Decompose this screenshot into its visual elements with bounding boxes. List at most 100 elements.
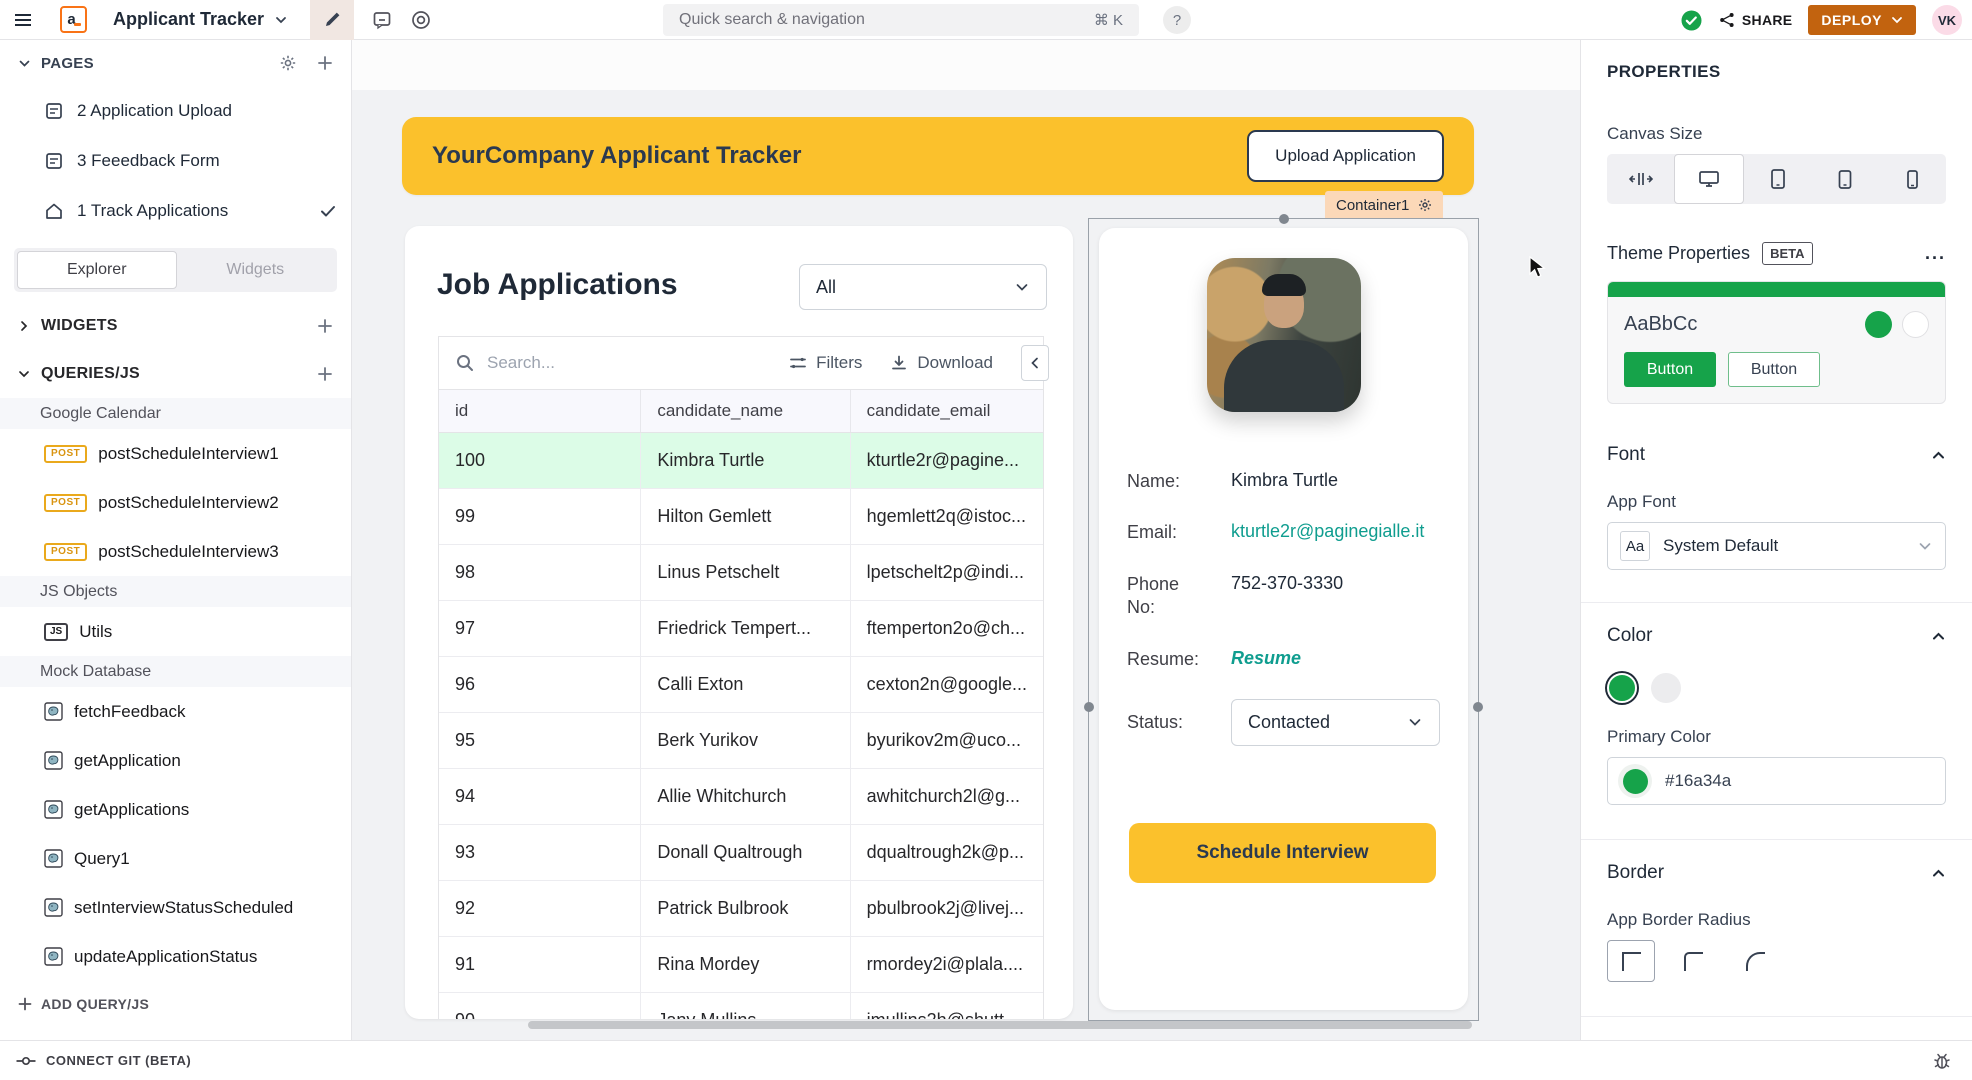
table-row[interactable]: 90 Jany Mullins imullins2h@shutt... (439, 993, 1043, 1019)
user-avatar[interactable]: VK (1932, 5, 1962, 35)
js-object-item[interactable]: JS Utils (0, 607, 351, 656)
add-widget-plus-icon[interactable] (317, 318, 333, 334)
cell-id[interactable]: 94 (439, 769, 641, 824)
db-query-item[interactable]: updateApplicationStatus (0, 932, 351, 981)
cell-candidate-email[interactable]: cexton2n@google... (851, 657, 1043, 712)
preview-mode-button[interactable] (410, 9, 432, 31)
cell-candidate-email[interactable]: kturtle2r@pagine... (851, 433, 1043, 488)
add-query-js-button[interactable]: ADD QUERY/JS (0, 981, 351, 1027)
debug-bug-icon[interactable] (1932, 1051, 1952, 1071)
app-name-chevron-icon[interactable] (274, 13, 288, 27)
db-query-item[interactable]: getApplications (0, 785, 351, 834)
table-row[interactable]: 94 Allie Whitchurch awhitchurch2l@g... (439, 769, 1043, 825)
schedule-interview-button[interactable]: Schedule Interview (1129, 823, 1436, 883)
cell-candidate-name[interactable]: Allie Whitchurch (641, 769, 850, 824)
table-header-row[interactable]: id candidate_name candidate_email (439, 389, 1043, 433)
column-header-id[interactable]: id (439, 390, 641, 432)
table-row[interactable]: 93 Donall Qualtrough dqualtrough2k@p... (439, 825, 1043, 881)
canvas-size-phone-button[interactable] (1879, 154, 1946, 204)
sidebar-page-feedback-form[interactable]: 3 Feeedback Form (0, 136, 351, 186)
table-row[interactable]: 96 Calli Exton cexton2n@google... (439, 657, 1043, 713)
canvas-size-tablet-button[interactable] (1811, 154, 1878, 204)
query-item[interactable]: POST postScheduleInterview3 (0, 527, 351, 576)
db-query-item[interactable]: fetchFeedback (0, 687, 351, 736)
deploy-button[interactable]: DEPLOY (1808, 5, 1916, 35)
cell-id[interactable]: 95 (439, 713, 641, 768)
table-collapse-button[interactable] (1021, 345, 1049, 381)
comments-button[interactable] (372, 10, 392, 30)
theme-preview-card[interactable]: AaBbCc Button Button (1607, 281, 1946, 404)
font-section-header[interactable]: Font (1607, 444, 1946, 466)
filters-button[interactable]: Filters (789, 353, 862, 373)
cell-id[interactable]: 99 (439, 489, 641, 544)
status-filter-select[interactable]: All (799, 264, 1047, 310)
cell-id[interactable]: 90 (439, 993, 641, 1019)
widget-name-tag[interactable]: Container1 (1325, 191, 1443, 219)
download-button[interactable]: Download (890, 353, 993, 373)
table-row[interactable]: 95 Berk Yurikov byurikov2m@uco... (439, 713, 1043, 769)
db-query-item[interactable]: getApplication (0, 736, 351, 785)
tab-explorer[interactable]: Explorer (17, 251, 177, 289)
cell-id[interactable]: 93 (439, 825, 641, 880)
table-row[interactable]: 92 Patrick Bulbrook pbulbrook2j@livej... (439, 881, 1043, 937)
canvas-size-tablet-large-button[interactable] (1744, 154, 1811, 204)
cell-candidate-name[interactable]: Linus Petschelt (641, 545, 850, 600)
table-row[interactable]: 97 Friedrick Tempert... ftemperton2o@ch.… (439, 601, 1043, 657)
query-item[interactable]: POST postScheduleInterview2 (0, 478, 351, 527)
quick-search-input[interactable]: Quick search & navigation ⌘ K (663, 4, 1139, 36)
border-radius-none-button[interactable] (1607, 940, 1655, 982)
table-row[interactable]: 98 Linus Petschelt lpetschelt2p@indi... (439, 545, 1043, 601)
cell-candidate-name[interactable]: Hilton Gemlett (641, 489, 850, 544)
sidebar-page-track-applications[interactable]: 1 Track Applications (0, 186, 351, 236)
resize-handle-right[interactable] (1473, 702, 1483, 712)
primary-color-swatch[interactable] (1607, 673, 1637, 703)
cell-candidate-email[interactable]: imullins2h@shutt... (851, 993, 1043, 1019)
cell-candidate-email[interactable]: lpetschelt2p@indi... (851, 545, 1043, 600)
cell-candidate-email[interactable]: rmordey2i@plala.... (851, 937, 1043, 992)
cell-id[interactable]: 91 (439, 937, 641, 992)
email-link[interactable]: kturtle2r@paginegialle.it (1231, 521, 1424, 544)
cell-candidate-name[interactable]: Friedrick Tempert... (641, 601, 850, 656)
query-item[interactable]: POST postScheduleInterview1 (0, 429, 351, 478)
canvas-horizontal-scrollbar[interactable] (528, 1021, 1472, 1029)
cell-candidate-email[interactable]: hgemlett2q@istoc... (851, 489, 1043, 544)
table-row[interactable]: 100 Kimbra Turtle kturtle2r@pagine... (439, 433, 1043, 489)
status-select[interactable]: Contacted (1231, 699, 1440, 746)
cell-candidate-name[interactable]: Kimbra Turtle (641, 433, 850, 488)
table-row[interactable]: 91 Rina Mordey rmordey2i@plala.... (439, 937, 1043, 993)
add-page-plus-icon[interactable] (317, 55, 333, 71)
cell-candidate-email[interactable]: pbulbrook2j@livej... (851, 881, 1043, 936)
add-query-plus-icon[interactable] (317, 366, 333, 382)
cell-candidate-email[interactable]: dqualtrough2k@p... (851, 825, 1043, 880)
appsmith-logo[interactable]: a (60, 6, 87, 33)
resize-handle-top[interactable] (1279, 214, 1289, 224)
cell-id[interactable]: 92 (439, 881, 641, 936)
canvas-size-fluid-button[interactable] (1607, 154, 1674, 204)
help-button[interactable]: ? (1163, 6, 1191, 34)
widgets-tree-header[interactable]: WIDGETS (0, 302, 351, 350)
border-radius-large-button[interactable] (1731, 940, 1779, 982)
db-query-item[interactable]: setInterviewStatusScheduled (0, 883, 351, 932)
db-query-item[interactable]: Query1 (0, 834, 351, 883)
connect-git-button[interactable]: CONNECT GIT (BETA) (16, 1053, 191, 1068)
share-button[interactable]: SHARE (1719, 12, 1793, 28)
cell-id[interactable]: 96 (439, 657, 641, 712)
resume-link[interactable]: Resume (1231, 648, 1301, 671)
hamburger-menu-icon[interactable] (0, 0, 46, 40)
cell-candidate-email[interactable]: ftemperton2o@ch... (851, 601, 1043, 656)
table-row[interactable]: 99 Hilton Gemlett hgemlett2q@istoc... (439, 489, 1043, 545)
app-header-container[interactable]: YourCompany Applicant Tracker Upload App… (402, 117, 1474, 195)
column-header-candidate-name[interactable]: candidate_name (641, 390, 850, 432)
color-section-header[interactable]: Color (1607, 625, 1946, 647)
cell-candidate-name[interactable]: Patrick Bulbrook (641, 881, 850, 936)
cell-candidate-name[interactable]: Berk Yurikov (641, 713, 850, 768)
background-color-swatch[interactable] (1651, 673, 1681, 703)
cell-candidate-name[interactable]: Rina Mordey (641, 937, 850, 992)
edit-mode-button[interactable] (310, 0, 354, 40)
border-radius-medium-button[interactable] (1669, 940, 1717, 982)
queries-tree-header[interactable]: QUERIES/JS (0, 350, 351, 398)
upload-application-button[interactable]: Upload Application (1247, 130, 1444, 182)
primary-color-input[interactable]: #16a34a (1607, 757, 1946, 805)
cell-id[interactable]: 100 (439, 433, 641, 488)
cell-id[interactable]: 97 (439, 601, 641, 656)
